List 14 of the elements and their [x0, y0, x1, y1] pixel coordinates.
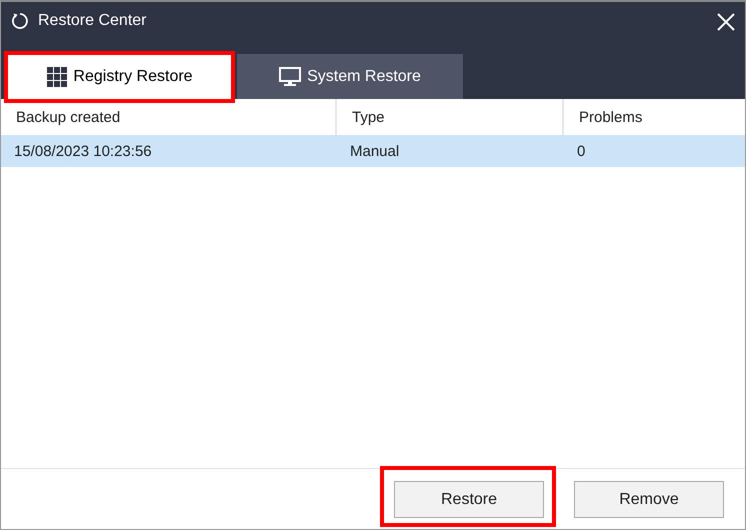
- table-cell-text: 0: [576, 142, 586, 160]
- tab[interactable]: System Restore: [237, 54, 463, 99]
- monitor-icon: [279, 66, 302, 86]
- remove-button[interactable]: Remove: [574, 481, 724, 518]
- table-cell-text: 15/08/2023 10:23:56: [13, 142, 153, 160]
- restore-button[interactable]: Restore: [394, 481, 544, 518]
- window-title: Restore Center: [38, 12, 146, 30]
- tab[interactable]: Registry Restore: [7, 54, 233, 99]
- grid-icon: [47, 66, 68, 86]
- column-header[interactable]: Problems: [564, 99, 745, 135]
- close-icon[interactable]: [717, 13, 735, 31]
- refresh-icon: [11, 12, 29, 30]
- table-cell-text: Manual: [349, 142, 400, 160]
- table-row[interactable]: 15/08/2023 10:23:56 Manual 0: [1, 135, 745, 167]
